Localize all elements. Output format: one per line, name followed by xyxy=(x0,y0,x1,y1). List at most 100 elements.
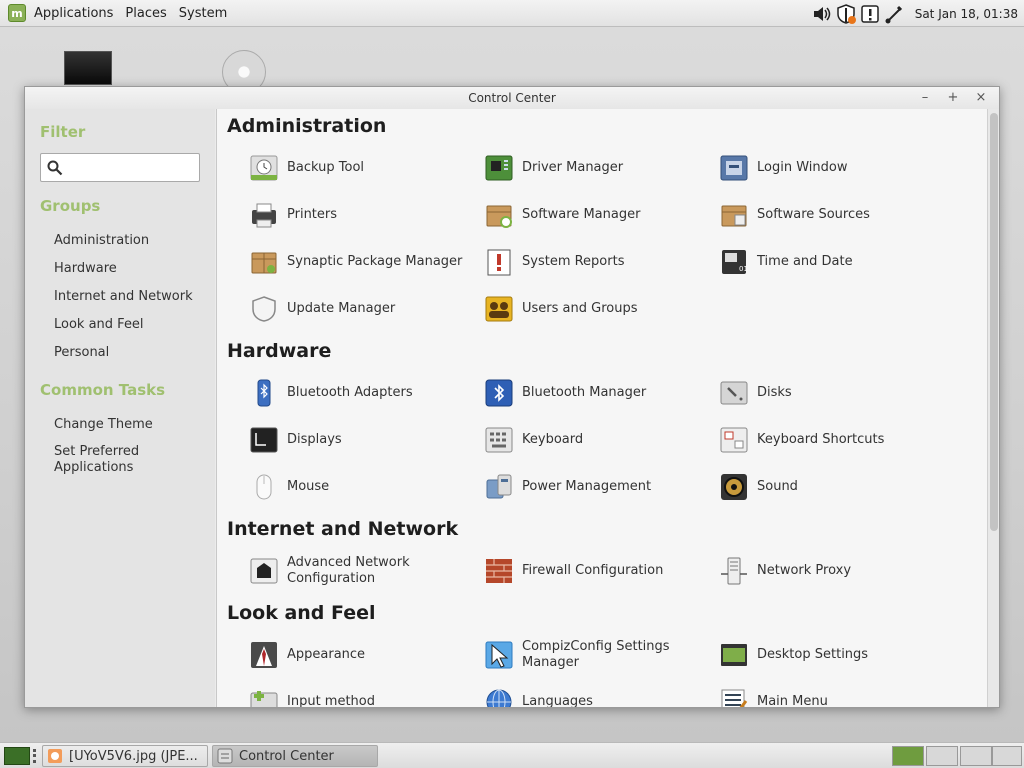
item-compizconfig[interactable]: CompizConfig Settings Manager xyxy=(484,637,714,673)
item-power-management[interactable]: Power Management xyxy=(484,469,714,505)
item-languages[interactable]: Languages xyxy=(484,684,714,707)
section-title-internet-network: Internet and Network xyxy=(227,518,459,540)
languages-icon xyxy=(484,687,514,707)
workspace-1[interactable] xyxy=(892,746,924,766)
clock[interactable]: Sat Jan 18, 01:38 xyxy=(915,7,1018,21)
group-look-feel[interactable]: Look and Feel xyxy=(54,317,144,332)
shield-update-icon[interactable] xyxy=(835,3,857,25)
item-label: Bluetooth Adapters xyxy=(287,385,413,400)
item-label: Synaptic Package Manager xyxy=(287,254,463,269)
item-desktop-settings[interactable]: Desktop Settings xyxy=(719,637,949,673)
update-manager-icon xyxy=(249,294,279,324)
minimize-button[interactable]: – xyxy=(915,87,935,109)
item-label: Appearance xyxy=(287,647,366,662)
mouse-icon xyxy=(249,472,279,502)
item-keyboard-shortcuts[interactable]: Keyboard Shortcuts xyxy=(719,422,949,458)
task-control-center[interactable]: Control Center xyxy=(212,745,378,767)
item-displays[interactable]: Displays xyxy=(249,422,479,458)
menu-system[interactable]: System xyxy=(179,6,235,21)
scrollbar-thumb[interactable] xyxy=(990,113,998,531)
workspace-3[interactable] xyxy=(960,746,992,766)
item-software-manager[interactable]: Software Manager xyxy=(484,197,714,233)
software-manager-icon xyxy=(484,200,514,230)
item-label: Displays xyxy=(287,432,342,447)
volume-icon[interactable] xyxy=(811,3,833,25)
driver-manager-icon xyxy=(484,153,514,183)
common-tasks-heading: Common Tasks xyxy=(40,381,166,399)
item-users-groups[interactable]: Users and Groups xyxy=(484,291,714,327)
item-network-proxy[interactable]: Network Proxy xyxy=(719,553,949,589)
item-software-sources[interactable]: Software Sources xyxy=(719,197,949,233)
group-hardware[interactable]: Hardware xyxy=(54,261,117,276)
displays-icon xyxy=(249,425,279,455)
power-management-icon xyxy=(484,472,514,502)
system-reports-icon xyxy=(484,247,514,277)
workspace-2[interactable] xyxy=(926,746,958,766)
bluetooth-manager-icon xyxy=(484,378,514,408)
scrollbar[interactable] xyxy=(987,109,999,707)
item-backup-tool[interactable]: Backup Tool xyxy=(249,150,479,186)
item-network-config[interactable]: Advanced Network Configuration xyxy=(249,553,479,589)
desktop-settings-icon xyxy=(719,640,749,670)
top-panel: m Applications Places System Sat Jan 18,… xyxy=(0,0,1024,27)
users-groups-icon xyxy=(484,294,514,324)
group-internet-network[interactable]: Internet and Network xyxy=(54,289,193,304)
task-set-preferred-apps[interactable]: Set Preferred Applications xyxy=(54,444,174,476)
bottom-panel: [UYoV5V6.jpg (JPE... Control Center xyxy=(0,742,1024,768)
item-synaptic[interactable]: Synaptic Package Manager xyxy=(249,244,479,280)
group-administration[interactable]: Administration xyxy=(54,233,149,248)
item-label: Mouse xyxy=(287,479,330,494)
item-label: Input method xyxy=(287,694,375,707)
item-label: Software Sources xyxy=(757,207,870,222)
item-time-date[interactable]: 01 Time and Date xyxy=(719,244,949,280)
item-label: Users and Groups xyxy=(522,301,638,316)
task-label: [UYoV5V6.jpg (JPE... xyxy=(69,748,198,764)
menu-applications[interactable]: Applications xyxy=(34,6,121,21)
sidebar: Filter Groups Administration Hardware In… xyxy=(25,109,215,707)
item-login-window[interactable]: Login Window xyxy=(719,150,949,186)
close-button[interactable]: × xyxy=(971,87,991,109)
filter-heading: Filter xyxy=(40,123,86,141)
task-image-viewer[interactable]: [UYoV5V6.jpg (JPE... xyxy=(42,745,208,767)
computer-desktop-icon[interactable] xyxy=(64,51,112,85)
alert-icon[interactable] xyxy=(859,3,881,25)
item-label: Driver Manager xyxy=(522,160,624,175)
section-title-look-feel: Look and Feel xyxy=(227,602,376,624)
task-change-theme[interactable]: Change Theme xyxy=(54,417,153,432)
show-desktop-icon[interactable] xyxy=(4,747,30,765)
item-system-reports[interactable]: System Reports xyxy=(484,244,714,280)
panel-handle[interactable] xyxy=(33,749,36,763)
maximize-button[interactable]: + xyxy=(943,87,963,109)
item-sound[interactable]: Sound xyxy=(719,469,949,505)
filter-input[interactable] xyxy=(40,153,200,182)
item-label: Printers xyxy=(287,207,338,222)
item-label: Disks xyxy=(757,385,792,400)
titlebar[interactable]: Control Center – + × xyxy=(25,87,999,109)
item-label: Backup Tool xyxy=(287,160,365,175)
item-printers[interactable]: Printers xyxy=(249,197,479,233)
login-window-icon xyxy=(719,153,749,183)
item-bluetooth-manager[interactable]: Bluetooth Manager xyxy=(484,375,714,411)
software-sources-icon xyxy=(719,200,749,230)
item-update-manager[interactable]: Update Manager xyxy=(249,291,479,327)
item-appearance[interactable]: Appearance xyxy=(249,637,479,673)
groups-heading: Groups xyxy=(40,197,101,215)
menu-places[interactable]: Places xyxy=(125,6,174,21)
workspace-4[interactable] xyxy=(992,746,1022,766)
item-keyboard[interactable]: Keyboard xyxy=(484,422,714,458)
group-personal[interactable]: Personal xyxy=(54,345,109,360)
item-label: Main Menu xyxy=(757,694,828,707)
item-firewall[interactable]: Firewall Configuration xyxy=(484,553,714,589)
synaptic-icon xyxy=(249,247,279,277)
item-bluetooth-adapters[interactable]: Bluetooth Adapters xyxy=(249,375,479,411)
network-icon[interactable] xyxy=(883,3,905,25)
item-driver-manager[interactable]: Driver Manager xyxy=(484,150,714,186)
mint-logo-icon[interactable]: m xyxy=(8,4,26,22)
item-label: System Reports xyxy=(522,254,625,269)
item-mouse[interactable]: Mouse xyxy=(249,469,479,505)
item-main-menu[interactable]: Main Menu xyxy=(719,684,949,707)
item-disks[interactable]: Disks xyxy=(719,375,949,411)
svg-text:01: 01 xyxy=(739,265,748,273)
item-input-method[interactable]: Input method xyxy=(249,684,479,707)
network-proxy-icon xyxy=(719,556,749,586)
